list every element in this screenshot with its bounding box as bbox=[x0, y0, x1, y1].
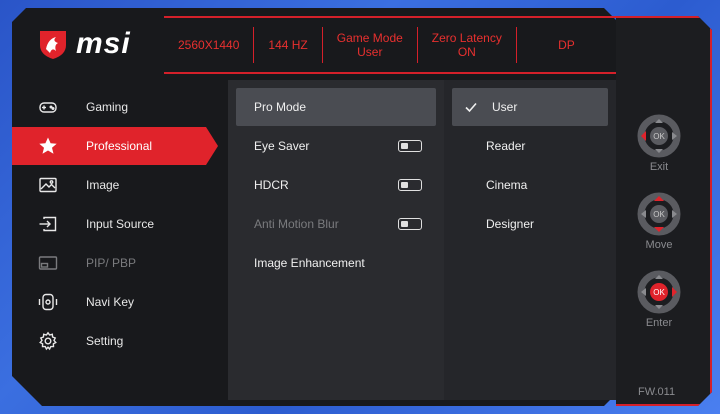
menu-item-navi-key[interactable]: Navi Key bbox=[12, 283, 228, 321]
pro-mode-submenu: User Reader Cinema Designer bbox=[444, 80, 616, 400]
hdcr-toggle[interactable] bbox=[398, 179, 422, 191]
dpad-enter-icon: OK bbox=[637, 270, 681, 314]
status-zero-latency-value: ON bbox=[457, 45, 476, 59]
gamepad-icon bbox=[39, 102, 57, 113]
option-label: Reader bbox=[486, 139, 526, 153]
status-refresh-rate: 144 HZ bbox=[254, 27, 323, 63]
menu-item-label: PIP/ PBP bbox=[86, 256, 137, 270]
status-game-mode-label: Game Mode bbox=[336, 31, 403, 45]
option-label: Designer bbox=[486, 217, 535, 231]
dpad-exit-icon: OK bbox=[637, 114, 681, 158]
pro-mode-user[interactable]: User bbox=[452, 88, 608, 126]
anti-motion-blur-toggle[interactable] bbox=[398, 218, 422, 230]
option-anti-motion-blur[interactable]: Anti Motion Blur bbox=[236, 205, 436, 243]
status-refresh-value: 144 HZ bbox=[268, 38, 308, 52]
option-label: Image Enhancement bbox=[254, 256, 365, 270]
ok-label: OK bbox=[653, 132, 665, 141]
menu-item-image[interactable]: Image bbox=[12, 166, 228, 204]
brand-name: msi bbox=[76, 27, 131, 60]
menu-item-gaming[interactable]: Gaming bbox=[12, 88, 228, 126]
option-label: Cinema bbox=[486, 178, 528, 192]
firmware-version: FW.011 bbox=[638, 386, 676, 398]
status-input: DP bbox=[517, 27, 616, 63]
menu-item-label: Setting bbox=[86, 334, 124, 348]
osd-frame: msi 2560X1440 144 HZ Game Mode User Zero… bbox=[12, 8, 712, 406]
key-label-move: Move bbox=[645, 239, 673, 251]
navi-key-icon bbox=[38, 293, 58, 311]
ok-label: OK bbox=[653, 210, 665, 219]
eye-saver-toggle[interactable] bbox=[398, 140, 422, 152]
dpad-move-icon: OK bbox=[637, 192, 681, 236]
menu-item-input-source[interactable]: Input Source bbox=[12, 205, 228, 243]
key-label-exit: Exit bbox=[649, 161, 669, 173]
menu-item-label: Navi Key bbox=[86, 295, 135, 309]
ok-label: OK bbox=[653, 288, 665, 297]
option-label: Eye Saver bbox=[254, 139, 310, 153]
menu-item-professional[interactable]: Professional bbox=[12, 127, 218, 165]
option-label: User bbox=[492, 100, 518, 114]
key-guide-enter: OK Enter bbox=[632, 270, 686, 329]
status-game-mode: Game Mode User bbox=[323, 27, 418, 63]
msi-logo: msi bbox=[36, 24, 172, 64]
menu-item-label: Image bbox=[86, 178, 120, 192]
option-label: Pro Mode bbox=[254, 100, 307, 114]
input-source-icon bbox=[39, 216, 57, 232]
checkmark-icon bbox=[465, 102, 477, 113]
pro-mode-reader[interactable]: Reader bbox=[452, 127, 608, 165]
key-guide-move: OK Move bbox=[632, 192, 686, 251]
image-icon bbox=[39, 177, 57, 193]
status-resolution: 2560X1440 bbox=[164, 27, 255, 63]
status-zero-latency-label: Zero Latency bbox=[431, 31, 502, 45]
star-icon bbox=[39, 137, 57, 154]
menu-item-label: Input Source bbox=[86, 217, 155, 231]
msi-dragon-icon bbox=[40, 31, 66, 59]
menu-item-label: Gaming bbox=[86, 100, 129, 114]
menu-item-label: Professional bbox=[86, 139, 153, 153]
menu-item-pip-pbp[interactable]: PIP/ PBP bbox=[12, 244, 228, 282]
option-pro-mode[interactable]: Pro Mode bbox=[236, 88, 436, 126]
menu-item-setting[interactable]: Setting bbox=[12, 322, 228, 360]
pro-mode-designer[interactable]: Designer bbox=[452, 205, 608, 243]
option-hdcr[interactable]: HDCR bbox=[236, 166, 436, 204]
professional-submenu: Pro Mode Eye Saver HDCR Anti Motion Blur… bbox=[228, 80, 444, 400]
pip-icon bbox=[38, 256, 58, 270]
option-label: HDCR bbox=[254, 178, 289, 192]
status-game-mode-value: User bbox=[357, 45, 383, 59]
status-input-value: DP bbox=[558, 38, 575, 52]
status-bar: 2560X1440 144 HZ Game Mode User Zero Lat… bbox=[164, 16, 616, 74]
key-guide-exit: OK Exit bbox=[632, 114, 686, 173]
status-zero-latency: Zero Latency ON bbox=[418, 27, 517, 63]
option-label: Anti Motion Blur bbox=[254, 217, 339, 231]
status-resolution-value: 2560X1440 bbox=[178, 38, 240, 52]
gear-icon bbox=[39, 331, 57, 351]
main-menu: Gaming Professional Image Input Source P… bbox=[12, 88, 228, 398]
option-eye-saver[interactable]: Eye Saver bbox=[236, 127, 436, 165]
pro-mode-cinema[interactable]: Cinema bbox=[452, 166, 608, 204]
key-label-enter: Enter bbox=[645, 317, 673, 329]
option-image-enhancement[interactable]: Image Enhancement bbox=[236, 244, 436, 282]
